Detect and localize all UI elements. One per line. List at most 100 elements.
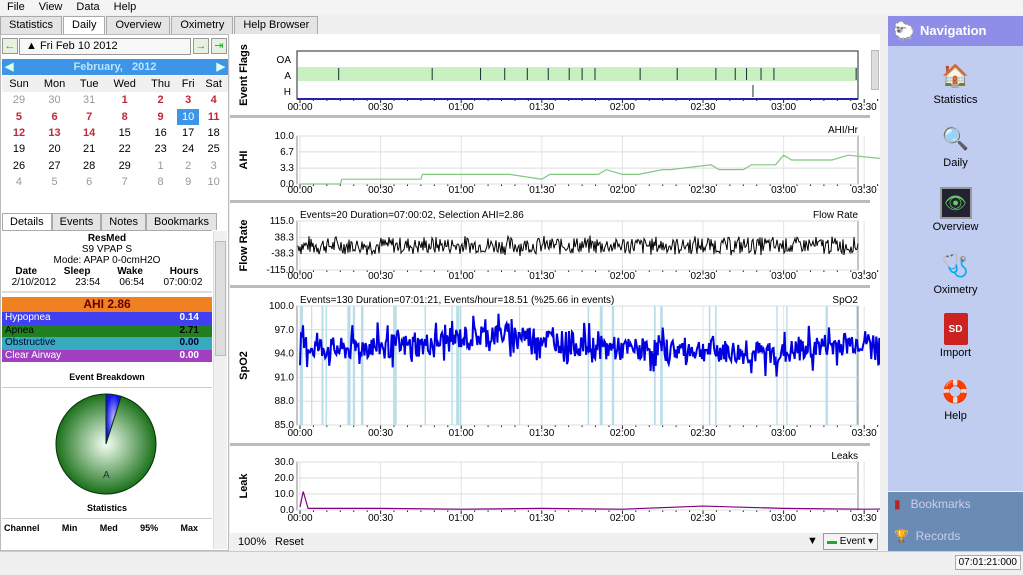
calendar-day[interactable]: 30 — [36, 92, 73, 108]
calendar-day[interactable]: 10 — [177, 108, 200, 125]
menu-help[interactable]: Help — [107, 0, 144, 15]
calendar-day[interactable]: 25 — [199, 141, 228, 157]
x-tick-label: 01:00 — [449, 428, 474, 439]
prev-month-icon[interactable]: ◀ — [5, 59, 13, 75]
calendar-day[interactable]: 4 — [199, 92, 228, 108]
last-day-button[interactable]: ⇥ — [211, 38, 227, 54]
chart-spo2[interactable]: SpO2 Events=130 Duration=07:01:21, Events… — [238, 295, 1023, 439]
y-tick-label: 20.0 — [275, 473, 295, 484]
calendar-day[interactable]: 24 — [177, 141, 199, 157]
menu-file[interactable]: File — [0, 0, 32, 15]
calendar-day[interactable]: 23 — [144, 141, 177, 157]
chart-event-flags[interactable]: Event Flags 00:00 00:30 01:00 01:30 02:00 02:3… — [238, 44, 1023, 113]
y-tick-label: 10.0 — [275, 489, 295, 500]
graph-scrollbar[interactable] — [871, 50, 879, 90]
calendar-day[interactable]: 2 — [177, 157, 199, 173]
menu-view[interactable]: View — [32, 0, 70, 15]
index-row: Hypopnea 0.14 — [2, 312, 212, 325]
details-scrollbar[interactable] — [213, 231, 227, 549]
nav-oximetry[interactable]: 🩺 Oximetry — [888, 250, 1023, 296]
calendar-day[interactable]: 6 — [73, 174, 105, 190]
apnea-row-band — [298, 67, 857, 81]
calendar-day[interactable]: 1 — [105, 92, 144, 108]
nav-daily[interactable]: 🔍 Daily — [888, 123, 1023, 169]
menu-data[interactable]: Data — [69, 0, 106, 15]
prev-day-button[interactable]: ← — [2, 38, 18, 54]
machine-brand: ResMed — [87, 233, 127, 244]
navigation-lower: ▮ Bookmarks 🏆 Records — [888, 492, 1023, 551]
calendar-day[interactable]: 14 — [73, 125, 105, 141]
calendar-day[interactable]: 2 — [144, 92, 177, 108]
calendar-day[interactable]: 18 — [199, 125, 228, 141]
nav-label: Import — [939, 347, 972, 359]
calendar-day[interactable]: 27 — [36, 157, 73, 173]
col-channel: Channel — [4, 523, 40, 533]
calendar-day[interactable]: 19 — [2, 141, 36, 157]
calendar-day[interactable]: 26 — [2, 157, 36, 173]
scrollbar-thumb[interactable] — [215, 241, 226, 356]
main-tabs: Statistics Daily Overview Oximetry Help … — [0, 16, 319, 35]
chart-flow-rate[interactable]: Flow Rate Events=20 Duration=07:00:02, Se… — [238, 210, 1023, 282]
calendar-day[interactable]: 16 — [144, 125, 177, 141]
calendar-day[interactable]: 8 — [144, 174, 177, 190]
tab-daily[interactable]: Daily — [63, 16, 106, 35]
calendar-day[interactable]: 9 — [144, 109, 177, 125]
calendar-day[interactable]: 21 — [73, 141, 105, 157]
calendar-day[interactable]: 15 — [105, 125, 144, 141]
tab-notes[interactable]: Notes — [101, 213, 147, 230]
event-dropdown[interactable]: ▬ Event ▾ — [823, 533, 878, 550]
calendar-day[interactable]: 8 — [105, 109, 144, 125]
statistics-title: Statistics — [2, 503, 212, 519]
tab-oximetry[interactable]: Oximetry — [171, 16, 234, 34]
calendar-day[interactable]: 6 — [36, 109, 73, 125]
calendar-day[interactable]: 7 — [105, 174, 144, 190]
dow-label: Fri — [177, 76, 200, 93]
nav-import[interactable]: SD Import — [888, 313, 1023, 359]
calendar-day[interactable]: 13 — [36, 125, 73, 141]
nav-label: Daily — [943, 157, 968, 169]
nav-overview[interactable]: 👁 Overview — [888, 187, 1023, 233]
calendar-day[interactable]: 29 — [2, 92, 36, 108]
next-month-icon[interactable]: ▶ — [217, 59, 225, 75]
nav-bookmarks[interactable]: ▮ Bookmarks — [894, 497, 971, 511]
tab-statistics[interactable]: Statistics — [0, 16, 63, 34]
calendar-day[interactable]: 5 — [2, 109, 36, 125]
tab-help-browser[interactable]: Help Browser — [234, 16, 319, 34]
next-day-button[interactable]: → — [193, 38, 209, 54]
calendar-day[interactable]: 22 — [105, 141, 144, 157]
nav-records[interactable]: 🏆 Records — [894, 529, 960, 543]
event-breakdown-pie: A — [55, 393, 157, 495]
date-selector[interactable]: ▲ Fri Feb 10 2012 — [19, 38, 191, 55]
calendar-day[interactable]: 28 — [73, 157, 105, 173]
calendar-day[interactable]: 12 — [2, 125, 36, 141]
calendar-day[interactable]: 10 — [199, 174, 228, 190]
calendar-day[interactable]: 4 — [2, 174, 36, 190]
nav-statistics[interactable]: 🏠 Statistics — [888, 60, 1023, 106]
y-tick-label: 10.0 — [275, 131, 295, 142]
tab-overview[interactable]: Overview — [106, 16, 171, 34]
chart-ahi[interactable]: AHIAHI/Hr00:00 00:30 01:00 01:30 02:00 02:30 0… — [238, 125, 1023, 196]
nav-help[interactable]: 🛟 Help — [888, 376, 1023, 422]
machine-mode: Mode: APAP 0-0cmH2O — [53, 255, 161, 266]
calendar-day[interactable]: 9 — [177, 174, 199, 190]
calendar-day[interactable]: 5 — [36, 174, 73, 190]
calendar-day[interactable]: 29 — [105, 157, 144, 173]
calendar-day[interactable]: 3 — [199, 157, 228, 173]
panel-separator — [230, 443, 870, 446]
tab-details[interactable]: Details — [2, 213, 52, 230]
details-panel: ResMed S9 VPAP S Mode: APAP 0-0cmH2O Dat… — [2, 230, 212, 550]
calendar-day[interactable]: 3 — [177, 92, 199, 108]
calendar-day[interactable]: 20 — [36, 141, 73, 157]
tab-bookmarks[interactable]: Bookmarks — [146, 213, 218, 230]
calendar-day[interactable]: 11 — [199, 109, 228, 125]
calendar-day[interactable]: 31 — [73, 92, 105, 108]
calendar-day[interactable]: 7 — [73, 109, 105, 125]
chart-leak[interactable]: LeakLeaks00:00 00:30 01:00 01:30 02:00 02:30 0… — [238, 451, 1023, 524]
calendar-day[interactable]: 1 — [144, 157, 177, 173]
tab-events[interactable]: Events — [51, 213, 102, 230]
chart-header: Events=20 Duration=07:00:02, Selection A… — [300, 210, 524, 221]
graph-menu-icon[interactable]: ▼ — [807, 535, 818, 547]
reset-button[interactable]: Reset — [275, 536, 304, 548]
zoom-level: 100% — [238, 536, 267, 548]
calendar-day[interactable]: 17 — [177, 125, 199, 141]
